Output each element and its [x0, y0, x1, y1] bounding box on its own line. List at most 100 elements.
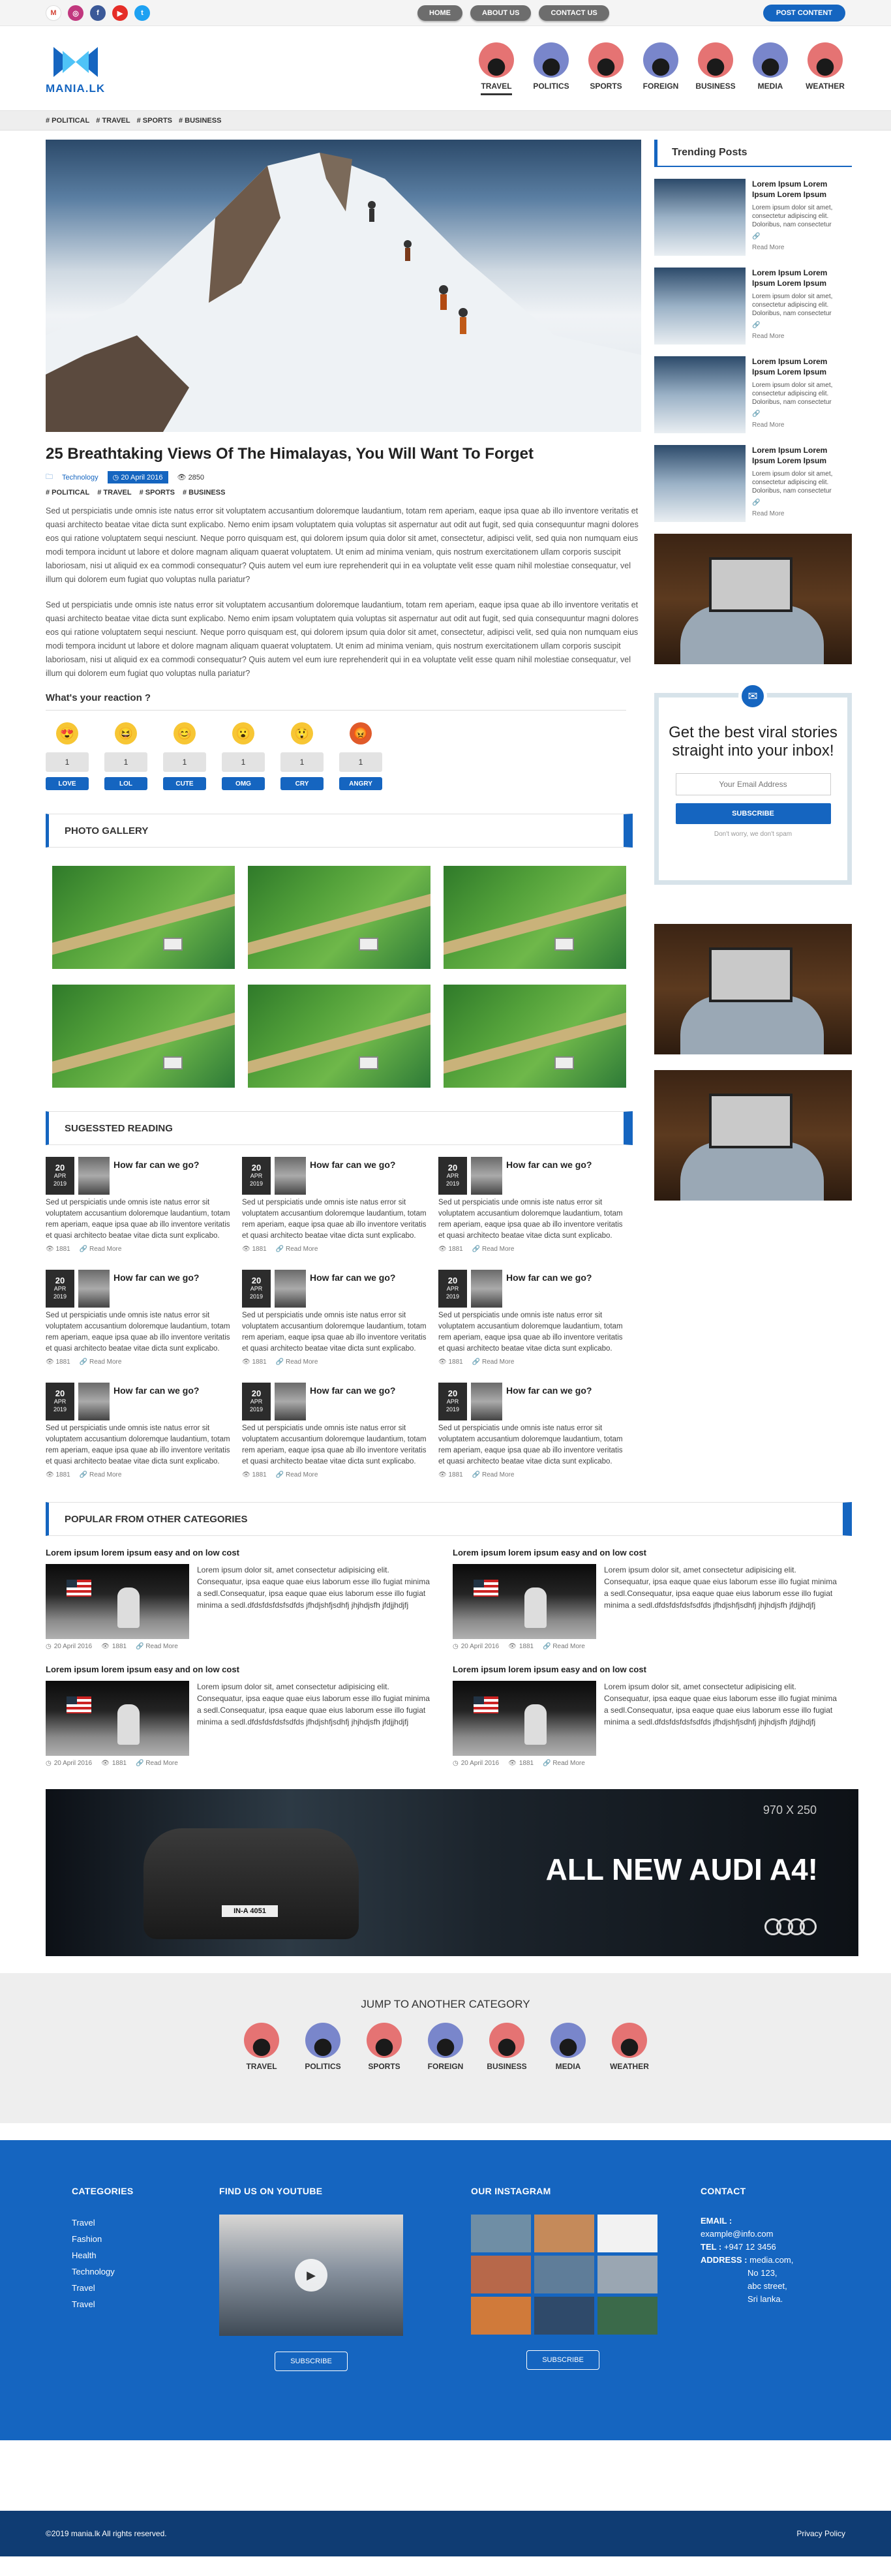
suggested-card[interactable]: 20 APR 2019 How far can we go? Sed ut perspi… — [438, 1157, 624, 1253]
suggested-title[interactable]: How far can we go? — [310, 1157, 395, 1195]
trending-item[interactable]: Lorem Ipsum Lorem Ipsum Lorem Ipsum Lorem… — [654, 268, 852, 345]
read-more-link[interactable]: 🔗 Read More — [136, 1643, 178, 1650]
instagram-photo[interactable] — [471, 2256, 531, 2293]
gallery-photo[interactable] — [444, 866, 626, 969]
read-more-link[interactable]: 🔗 Read More — [752, 499, 852, 517]
newsletter-subscribe-button[interactable]: SUBSCRIBE — [675, 803, 831, 824]
suggested-title[interactable]: How far can we go? — [506, 1383, 592, 1420]
article-tag[interactable]: # TRAVEL — [97, 489, 131, 497]
suggested-thumbnail[interactable] — [275, 1383, 306, 1420]
popular-thumbnail[interactable] — [453, 1681, 596, 1756]
trending-title[interactable]: Lorem Ipsum Lorem Ipsum Lorem Ipsum — [752, 268, 852, 288]
play-icon[interactable]: ▶ — [295, 2259, 327, 2292]
suggested-title[interactable]: How far can we go? — [506, 1270, 592, 1308]
suggested-title[interactable]: How far can we go? — [113, 1383, 199, 1420]
gallery-photo[interactable] — [248, 985, 430, 1088]
tag-link[interactable]: # BUSINESS — [179, 117, 221, 125]
privacy-policy-link[interactable]: Privacy Policy — [796, 2529, 845, 2538]
read-more-link[interactable]: 🔗 Read More — [472, 1358, 515, 1366]
trending-thumbnail[interactable] — [654, 445, 746, 522]
popular-title[interactable]: Lorem ipsum lorem ipsum easy and on low … — [453, 1548, 852, 1557]
reaction-cry[interactable]: 😲 1 CRY — [280, 722, 324, 790]
jump-category-politics[interactable]: POLITICS — [303, 2023, 343, 2071]
reaction-label-button[interactable]: OMG — [222, 777, 265, 790]
trending-title[interactable]: Lorem Ipsum Lorem Ipsum Lorem Ipsum — [752, 356, 852, 377]
read-more-link[interactable]: 🔗 Read More — [276, 1471, 318, 1479]
jump-category-sports[interactable]: SPORTS — [364, 2023, 404, 2071]
suggested-card[interactable]: 20 APR 2019 How far can we go? Sed ut perspi… — [46, 1383, 232, 1479]
suggested-title[interactable]: How far can we go? — [506, 1157, 592, 1195]
popular-card[interactable]: Lorem ipsum lorem ipsum easy and on low … — [46, 1664, 445, 1767]
omg-emoji-icon[interactable]: 😮 — [232, 722, 254, 744]
trending-thumbnail[interactable] — [654, 179, 746, 256]
read-more-link[interactable]: 🔗 Read More — [472, 1246, 515, 1253]
article-tag[interactable]: # POLITICAL — [46, 489, 89, 497]
sidebar-ad-image[interactable] — [654, 924, 852, 1054]
jump-category-foreign[interactable]: FOREIGN — [425, 2023, 466, 2071]
reaction-love[interactable]: 😍 1 LOVE — [46, 722, 89, 790]
trending-title[interactable]: Lorem Ipsum Lorem Ipsum Lorem Ipsum — [752, 179, 852, 200]
suggested-thumbnail[interactable] — [78, 1157, 110, 1195]
article-tag[interactable]: # BUSINESS — [183, 489, 225, 497]
popular-title[interactable]: Lorem ipsum lorem ipsum easy and on low … — [46, 1664, 445, 1674]
trending-item[interactable]: Lorem Ipsum Lorem Ipsum Lorem Ipsum Lorem… — [654, 445, 852, 522]
trending-item[interactable]: Lorem Ipsum Lorem Ipsum Lorem Ipsum Lorem… — [654, 356, 852, 433]
tel-value[interactable]: +947 12 3456 — [724, 2242, 776, 2252]
read-more-link[interactable]: 🔗 Read More — [80, 1471, 122, 1479]
angry-emoji-icon[interactable]: 😡 — [350, 722, 372, 744]
jump-category-travel[interactable]: TRAVEL — [241, 2023, 282, 2071]
article-tag[interactable]: # SPORTS — [140, 489, 175, 497]
suggested-thumbnail[interactable] — [471, 1157, 502, 1195]
ad-banner[interactable]: IN-A 4051 970 X 250 ALL NEW AUDI A4! — [46, 1789, 858, 1956]
suggested-card[interactable]: 20 APR 2019 How far can we go? Sed ut perspi… — [46, 1157, 232, 1253]
suggested-title[interactable]: How far can we go? — [113, 1270, 199, 1308]
sidebar-ad-image[interactable] — [654, 534, 852, 664]
gallery-photo[interactable] — [52, 985, 235, 1088]
footer-category-link[interactable]: Travel — [72, 2280, 219, 2296]
youtube-subscribe-button[interactable]: SUBSCRIBE — [275, 2352, 348, 2371]
popular-thumbnail[interactable] — [46, 1681, 189, 1756]
reaction-label-button[interactable]: CUTE — [163, 777, 206, 790]
reaction-label-button[interactable]: ANGRY — [339, 777, 382, 790]
nav-category-business[interactable]: BUSINESS — [695, 42, 736, 95]
trending-title[interactable]: Lorem Ipsum Lorem Ipsum Lorem Ipsum — [752, 445, 852, 466]
instagram-photo[interactable] — [471, 2215, 531, 2252]
site-logo[interactable]: MANIA.LK — [46, 42, 105, 95]
instagram-photo[interactable] — [534, 2215, 594, 2252]
nav-contact[interactable]: CONTACT US — [539, 5, 609, 21]
love-emoji-icon[interactable]: 😍 — [56, 722, 78, 744]
read-more-link[interactable]: 🔗 Read More — [80, 1358, 122, 1366]
newsletter-email-input[interactable] — [675, 773, 831, 795]
suggested-card[interactable]: 20 APR 2019 How far can we go? Sed ut perspi… — [46, 1270, 232, 1366]
trending-thumbnail[interactable] — [654, 356, 746, 433]
reaction-label-button[interactable]: CRY — [280, 777, 324, 790]
suggested-card[interactable]: 20 APR 2019 How far can we go? Sed ut perspi… — [438, 1383, 624, 1479]
trending-thumbnail[interactable] — [654, 268, 746, 345]
instagram-photo[interactable] — [534, 2297, 594, 2335]
instagram-photo[interactable] — [534, 2256, 594, 2293]
suggested-thumbnail[interactable] — [78, 1270, 110, 1308]
reaction-label-button[interactable]: LOL — [104, 777, 147, 790]
facebook-icon[interactable]: f — [90, 5, 106, 21]
instagram-photo[interactable] — [597, 2256, 657, 2293]
read-more-link[interactable]: 🔗 Read More — [752, 233, 852, 251]
suggested-thumbnail[interactable] — [78, 1383, 110, 1420]
cry-emoji-icon[interactable]: 😲 — [291, 722, 313, 744]
popular-title[interactable]: Lorem ipsum lorem ipsum easy and on low … — [46, 1548, 445, 1557]
jump-category-weather[interactable]: WEATHER — [609, 2023, 650, 2071]
jump-category-business[interactable]: BUSINESS — [487, 2023, 527, 2071]
suggested-thumbnail[interactable] — [275, 1270, 306, 1308]
read-more-link[interactable]: 🔗 Read More — [543, 1760, 585, 1767]
suggested-card[interactable]: 20 APR 2019 How far can we go? Sed ut perspi… — [438, 1270, 624, 1366]
suggested-title[interactable]: How far can we go? — [310, 1383, 395, 1420]
popular-thumbnail[interactable] — [46, 1564, 189, 1639]
tag-link[interactable]: # POLITICAL — [46, 117, 89, 125]
nav-about[interactable]: ABOUT US — [470, 5, 532, 21]
nav-category-media[interactable]: MEDIA — [750, 42, 791, 95]
footer-category-link[interactable]: Technology — [72, 2263, 219, 2280]
suggested-thumbnail[interactable] — [471, 1270, 502, 1308]
reaction-lol[interactable]: 😆 1 LOL — [104, 722, 147, 790]
nav-home[interactable]: HOME — [417, 5, 462, 21]
article-category-link[interactable]: Technology — [62, 474, 98, 482]
nav-category-politics[interactable]: POLITICS — [531, 42, 571, 95]
